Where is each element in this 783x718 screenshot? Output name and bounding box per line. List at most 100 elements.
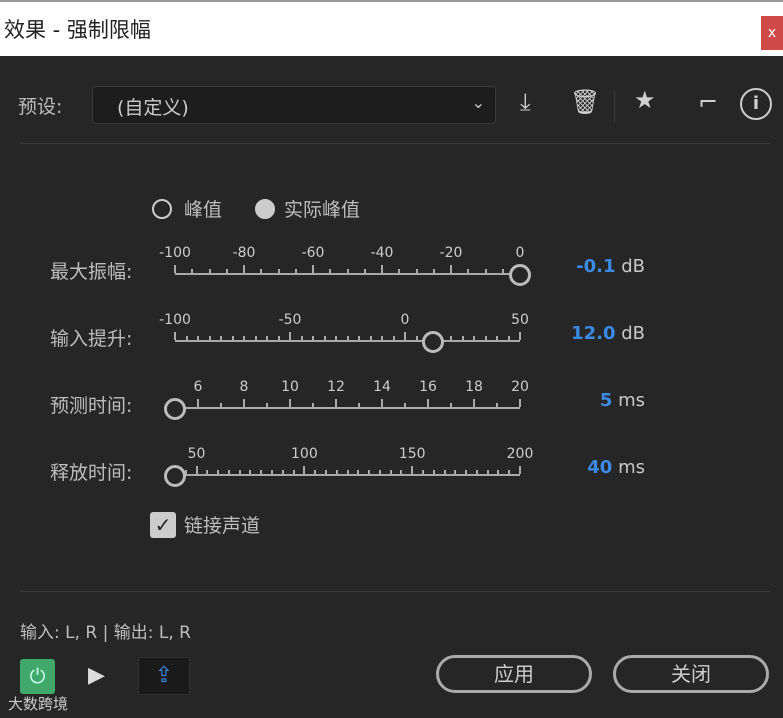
slider[interactable]: -100 -50 0 50	[159, 312, 535, 354]
slider-value[interactable]: 12.0 dB	[525, 323, 645, 344]
value-unit: dB	[621, 323, 645, 344]
slider-knob[interactable]	[421, 331, 444, 353]
slider-tick	[220, 336, 222, 340]
value-number: 5	[599, 390, 613, 411]
preset-dropdown[interactable]: (自定义) ⌄	[92, 86, 496, 124]
value-unit: dB	[621, 256, 645, 277]
loop-export-icon[interactable]: ⇪	[138, 657, 190, 695]
slider-track	[175, 340, 520, 342]
power-icon[interactable]: ⏻	[20, 659, 55, 694]
tick-label: 14	[373, 379, 391, 395]
chevron-down-icon: ⌄	[471, 93, 485, 112]
radio-true-peak-label: 实际峰值	[284, 199, 361, 221]
slider-tick	[174, 265, 176, 273]
slider-tick	[195, 466, 198, 474]
slider-tick	[432, 269, 435, 273]
slider-tick	[508, 470, 511, 474]
slider-tick	[174, 332, 176, 340]
radio-peak[interactable]	[152, 199, 172, 219]
slider-tick	[432, 470, 435, 474]
slider-tick	[227, 470, 230, 474]
slider-tick	[231, 336, 234, 340]
slider-tick	[475, 470, 478, 474]
tick-label: 18	[465, 379, 483, 395]
slider-tick	[473, 336, 475, 340]
slider-tick	[450, 265, 452, 273]
value-number: -0.1	[576, 256, 616, 277]
slider-tick	[303, 466, 306, 474]
slider-tick	[363, 269, 366, 273]
slider-tick	[507, 336, 510, 340]
slider-label: 输入提升:	[50, 328, 133, 350]
slider-tick	[484, 269, 487, 273]
slider-tick	[465, 470, 468, 474]
slider[interactable]: -100 -80 -60 -40 -20 0	[159, 245, 535, 287]
slider-tick	[415, 269, 418, 273]
slider-tick	[358, 336, 360, 340]
tick-label: 100	[291, 446, 318, 462]
play-icon[interactable]: ▶	[88, 663, 105, 688]
slider-tick	[389, 470, 392, 474]
slider[interactable]: 50 100 150 200	[164, 446, 535, 488]
slider-tick	[206, 470, 209, 474]
divider	[614, 90, 615, 122]
slider-value[interactable]: 40 ms	[525, 457, 645, 478]
slider-tick	[281, 470, 284, 474]
slider-tick	[335, 336, 337, 340]
radio-true-peak[interactable]	[255, 199, 275, 219]
slider-value[interactable]: 5 ms	[525, 390, 645, 411]
slider[interactable]: 6 8 10 12 14 16 18 20	[164, 379, 535, 421]
slider-tick	[398, 269, 401, 273]
slider-tick	[225, 269, 228, 273]
star-icon[interactable]: ★	[634, 86, 656, 114]
save-preset-icon[interactable]: ⤓	[520, 88, 531, 116]
slider-label: 释放时间:	[50, 462, 133, 484]
tick-label: -80	[232, 245, 256, 261]
slider-tick	[329, 269, 332, 273]
slider-value[interactable]: -0.1 dB	[525, 256, 645, 277]
slider-tick	[496, 336, 498, 340]
slider-tick	[404, 403, 406, 407]
slider-tick	[411, 466, 414, 474]
slider-tick	[473, 399, 475, 407]
slider-tick	[324, 470, 327, 474]
slider-tick	[454, 470, 457, 474]
routing-icon[interactable]: ⌐	[698, 88, 718, 116]
slider-track	[175, 407, 520, 409]
tick-label: 6	[193, 379, 203, 395]
slider-tick	[243, 399, 245, 407]
slider-tick	[292, 470, 295, 474]
title-bar: 效果 - 强制限幅 x	[0, 0, 783, 56]
slider-tick	[392, 336, 395, 340]
preset-value: (自定义)	[117, 97, 189, 119]
info-icon[interactable]: i	[740, 88, 772, 120]
slider-knob[interactable]	[164, 465, 186, 487]
slider-tick	[312, 403, 314, 407]
slider-tick	[300, 336, 303, 340]
slider-tick	[496, 403, 498, 407]
slider-tick	[467, 269, 470, 273]
link-channels-checkbox[interactable]: ✓	[150, 512, 176, 538]
tick-label: -60	[301, 245, 325, 261]
slider-label: 预测时间:	[50, 395, 133, 417]
slider-tick	[415, 336, 418, 340]
slider-tick	[243, 336, 245, 340]
close-button[interactable]: 关闭	[613, 655, 769, 693]
slider-tick	[519, 332, 521, 340]
slider-tick	[289, 399, 291, 407]
trash-icon[interactable]: 🗑	[570, 88, 600, 116]
slider-tick	[484, 336, 487, 340]
slider-track	[175, 273, 520, 275]
slider-tick	[486, 470, 489, 474]
slider-tick	[238, 470, 241, 474]
close-window-button[interactable]: x	[761, 16, 783, 50]
slider-tick	[312, 265, 314, 273]
slider-tick	[450, 336, 452, 340]
value-unit: ms	[618, 390, 645, 411]
slider-tick	[260, 470, 263, 474]
apply-button[interactable]: 应用	[436, 655, 592, 693]
tick-label: 10	[281, 379, 299, 395]
tick-label: -40	[370, 245, 394, 261]
tick-label: 0	[400, 312, 410, 328]
slider-knob[interactable]	[164, 398, 186, 420]
